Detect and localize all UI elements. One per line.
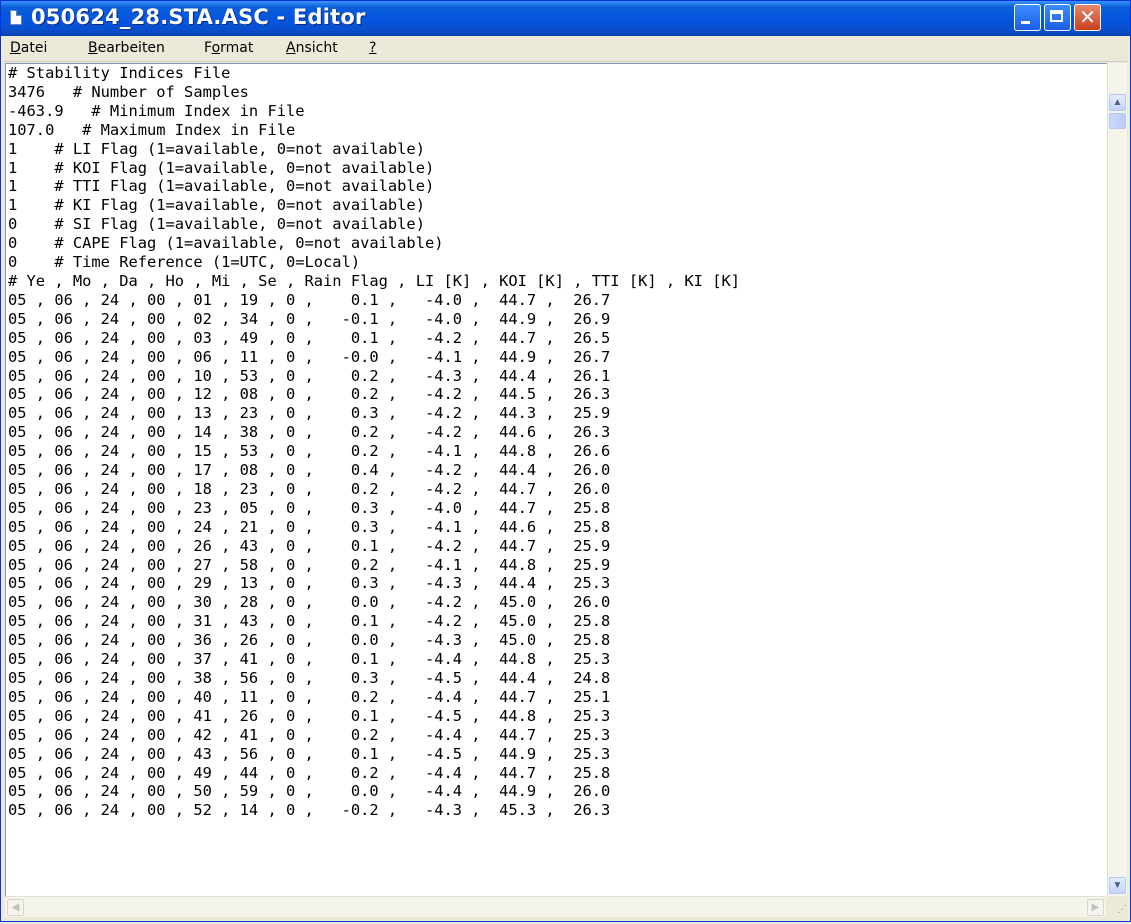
maximize-icon xyxy=(1050,10,1063,22)
scroll-thumb[interactable] xyxy=(1109,113,1126,129)
text-line[interactable]: 05 , 06 , 24 , 00 , 15 , 53 , 0 , 0.2 , … xyxy=(8,442,610,460)
text-line[interactable]: 05 , 06 , 24 , 00 , 37 , 41 , 0 , 0.1 , … xyxy=(8,650,610,668)
text-line[interactable]: 05 , 06 , 24 , 00 , 01 , 19 , 0 , 0.1 , … xyxy=(8,291,610,309)
resize-grip-icon[interactable]: ⋰ xyxy=(1107,896,1127,917)
text-line[interactable]: 05 , 06 , 24 , 00 , 02 , 34 , 0 , -0.1 ,… xyxy=(8,310,610,328)
text-line[interactable]: 05 , 06 , 24 , 00 , 10 , 53 , 0 , 0.2 , … xyxy=(8,367,610,385)
text-line[interactable]: 05 , 06 , 24 , 00 , 42 , 41 , 0 , 0.2 , … xyxy=(8,726,610,744)
text-line[interactable]: 1 # KOI Flag (1=available, 0=not availab… xyxy=(8,159,434,177)
text-line[interactable]: 0 # CAPE Flag (1=available, 0=not availa… xyxy=(8,234,444,252)
text-line[interactable]: 05 , 06 , 24 , 00 , 36 , 26 , 0 , 0.0 , … xyxy=(8,631,610,649)
text-line[interactable]: # Ye , Mo , Da , Ho , Mi , Se , Rain Fla… xyxy=(8,272,740,290)
text-line[interactable]: 0 # Time Reference (1=UTC, 0=Local) xyxy=(8,253,360,271)
text-line[interactable]: 05 , 06 , 24 , 00 , 29 , 13 , 0 , 0.3 , … xyxy=(8,574,610,592)
scroll-right-button[interactable]: ▶ xyxy=(1087,899,1104,916)
minimize-icon xyxy=(1021,21,1030,24)
text-line[interactable]: 05 , 06 , 24 , 00 , 06 , 11 , 0 , -0.0 ,… xyxy=(8,348,610,366)
window-title: 050624_28.STA.ASC - Editor xyxy=(31,5,366,29)
minimize-button[interactable] xyxy=(1014,4,1041,31)
text-line[interactable]: 05 , 06 , 24 , 00 , 40 , 11 , 0 , 0.2 , … xyxy=(8,688,610,706)
text-line[interactable]: 107.0 # Maximum Index in File xyxy=(8,121,295,139)
text-line[interactable]: 1 # KI Flag (1=available, 0=not availabl… xyxy=(8,196,425,214)
text-line[interactable]: 05 , 06 , 24 , 00 , 12 , 08 , 0 , 0.2 , … xyxy=(8,385,610,403)
menu-help[interactable]: ? xyxy=(369,40,376,56)
text-line[interactable]: 3476 # Number of Samples xyxy=(8,83,249,101)
text-line[interactable]: 05 , 06 , 24 , 00 , 49 , 44 , 0 , 0.2 , … xyxy=(8,764,610,782)
text-line[interactable]: 05 , 06 , 24 , 00 , 52 , 14 , 0 , -0.2 ,… xyxy=(8,801,610,819)
text-line[interactable]: 05 , 06 , 24 , 00 , 23 , 05 , 0 , 0.3 , … xyxy=(8,499,610,517)
menu-bar: Datei Bearbeiten Format Ansicht ? xyxy=(4,36,1127,62)
text-line[interactable]: 05 , 06 , 24 , 00 , 26 , 43 , 0 , 0.1 , … xyxy=(8,537,610,555)
text-line[interactable]: 05 , 06 , 24 , 00 , 24 , 21 , 0 , 0.3 , … xyxy=(8,518,610,536)
close-icon: ✕ xyxy=(1079,5,1096,29)
text-line[interactable]: 05 , 06 , 24 , 00 , 30 , 28 , 0 , 0.0 , … xyxy=(8,593,610,611)
notepad-window: 050624_28.STA.ASC - Editor ✕ Datei Bearb… xyxy=(0,0,1131,922)
text-line[interactable]: 1 # TTI Flag (1=available, 0=not availab… xyxy=(8,177,434,195)
horizontal-scrollbar[interactable]: ◀ ▶ xyxy=(5,896,1106,917)
text-line[interactable]: 05 , 06 , 24 , 00 , 31 , 43 , 0 , 0.1 , … xyxy=(8,612,610,630)
text-editor-area[interactable]: # Stability Indices File 3476 # Number o… xyxy=(5,63,1107,897)
text-line[interactable]: 05 , 06 , 24 , 00 , 27 , 58 , 0 , 0.2 , … xyxy=(8,556,610,574)
text-line[interactable]: 0 # SI Flag (1=available, 0=not availabl… xyxy=(8,215,425,233)
text-line[interactable]: 05 , 06 , 24 , 00 , 18 , 23 , 0 , 0.2 , … xyxy=(8,480,610,498)
close-button[interactable]: ✕ xyxy=(1074,4,1101,31)
text-line[interactable]: 05 , 06 , 24 , 00 , 43 , 56 , 0 , 0.1 , … xyxy=(8,745,610,763)
text-line[interactable]: 05 , 06 , 24 , 00 , 41 , 26 , 0 , 0.1 , … xyxy=(8,707,610,725)
editor-text[interactable]: # Stability Indices File 3476 # Number o… xyxy=(6,64,1107,820)
menu-bearbeiten[interactable]: Bearbeiten xyxy=(88,40,165,56)
text-line[interactable]: 05 , 06 , 24 , 00 , 38 , 56 , 0 , 0.3 , … xyxy=(8,669,610,687)
menu-datei[interactable]: Datei xyxy=(10,40,47,56)
scroll-up-button[interactable]: ▲ xyxy=(1109,94,1126,111)
notepad-icon[interactable] xyxy=(10,10,22,25)
title-bar[interactable]: 050624_28.STA.ASC - Editor ✕ xyxy=(1,1,1130,36)
vertical-scrollbar[interactable]: ▲ ▼ xyxy=(1107,63,1127,896)
text-line[interactable]: 05 , 06 , 24 , 00 , 17 , 08 , 0 , 0.4 , … xyxy=(8,461,610,479)
text-line[interactable]: 05 , 06 , 24 , 00 , 14 , 38 , 0 , 0.2 , … xyxy=(8,423,610,441)
text-line[interactable]: # Stability Indices File xyxy=(8,64,230,82)
text-line[interactable]: 05 , 06 , 24 , 00 , 50 , 59 , 0 , 0.0 , … xyxy=(8,782,610,800)
text-line[interactable]: 05 , 06 , 24 , 00 , 13 , 23 , 0 , 0.3 , … xyxy=(8,404,610,422)
text-line[interactable]: -463.9 # Minimum Index in File xyxy=(8,102,305,120)
maximize-button[interactable] xyxy=(1044,4,1071,31)
menu-format[interactable]: Format xyxy=(204,40,253,56)
menu-ansicht[interactable]: Ansicht xyxy=(286,40,338,56)
scroll-left-button[interactable]: ◀ xyxy=(7,899,24,916)
text-line[interactable]: 05 , 06 , 24 , 00 , 03 , 49 , 0 , 0.1 , … xyxy=(8,329,610,347)
scroll-down-button[interactable]: ▼ xyxy=(1109,877,1126,894)
text-line[interactable]: 1 # LI Flag (1=available, 0=not availabl… xyxy=(8,140,425,158)
